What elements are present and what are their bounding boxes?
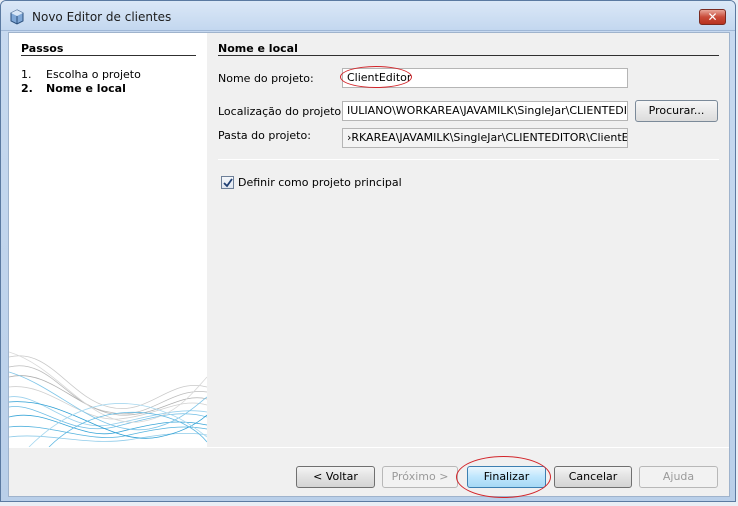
close-button[interactable]: ✕ [699,9,726,25]
step-item-1: 1. Escolha o projeto [21,68,141,81]
decorative-waves-image [9,351,207,447]
step-number: 2. [21,82,33,95]
steps-divider [21,55,196,56]
folder-input[interactable]: ›RKAREA\JAVAMILK\SingleJar\CLIENTEDITOR\… [342,128,628,148]
folder-label: Pasta do projeto: [218,129,311,142]
finish-button-label: Finalizar [483,470,530,483]
back-button[interactable]: < Voltar [296,466,375,488]
finish-button[interactable]: Finalizar [467,466,546,488]
back-button-label: < Voltar [313,470,358,483]
location-label: Localização do projeto: [218,105,345,118]
footer-divider [9,447,729,448]
checkmark-icon [223,178,233,188]
browse-button[interactable]: Procurar... [635,100,718,122]
dialog-window: Novo Editor de clientes ✕ Passos 1. Escol… [0,0,736,502]
next-button[interactable]: Próximo > [382,466,458,488]
project-name-value: ClientEditor [347,71,412,84]
close-icon: ✕ [707,10,718,24]
folder-value: ›RKAREA\JAVAMILK\SingleJar\CLIENTEDITOR\… [347,131,628,144]
step-label: Escolha o projeto [46,68,141,81]
window-title: Novo Editor de clientes [32,10,172,24]
main-project-checkbox[interactable] [221,176,234,189]
step-item-2: 2. Nome e local [21,82,126,95]
step-number: 1. [21,68,32,81]
cancel-button[interactable]: Cancelar [554,466,632,488]
location-value: IULIANO\WORKAREA\JAVAMILK\SingleJar\CLIE… [347,104,628,117]
section-title: Nome e local [218,42,298,55]
steps-title: Passos [21,42,64,55]
help-button[interactable]: Ajuda [639,466,718,488]
dialog-body: Passos 1. Escolha o projeto 2. Nome e loca… [8,32,730,498]
project-name-label: Nome do projeto: [218,72,314,85]
form-separator [218,159,719,160]
steps-panel: Passos 1. Escolha o projeto 2. Nome e loca… [9,33,207,447]
location-input[interactable]: IULIANO\WORKAREA\JAVAMILK\SingleJar\CLIE… [342,101,628,121]
title-bar: Novo Editor de clientes ✕ [1,1,735,31]
cancel-button-label: Cancelar [568,470,618,483]
step-label: Nome e local [46,82,126,95]
main-project-label[interactable]: Definir como projeto principal [238,176,402,189]
form-panel: Nome e local Nome do projeto: ClientEdit… [207,33,729,447]
help-button-label: Ajuda [662,470,695,483]
app-cube-icon [10,9,24,25]
project-name-input[interactable]: ClientEditor [342,68,628,88]
browse-button-label: Procurar... [648,104,705,117]
section-divider [218,55,719,56]
next-button-label: Próximo > [391,470,449,483]
